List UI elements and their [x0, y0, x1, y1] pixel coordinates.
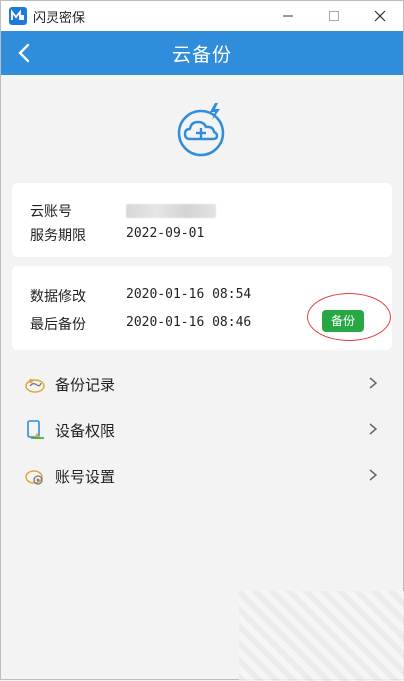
last-backup-label: 最后备份 [30, 317, 86, 333]
app-title: 闪灵密保 [33, 11, 86, 26]
menu-item-label: 设备权限 [55, 422, 116, 440]
account-card: 云账号 服务期限 2022-09-01 [12, 183, 392, 257]
title-bar: 闪灵密保 [1, 1, 403, 31]
close-button[interactable] [357, 1, 403, 31]
page-title: 云备份 [171, 44, 232, 66]
chevron-right-icon [369, 423, 378, 435]
minimize-icon [283, 15, 293, 17]
cloud-backup-icon [177, 103, 225, 157]
app-window: 闪灵密保 云备份 云账号 服务期限 2022-09-01 数据修改 2020-0… [0, 0, 404, 681]
service-period-label: 服务期限 [30, 228, 86, 244]
menu-item-device-permission[interactable]: 设备权限 [12, 407, 392, 451]
watermark [239, 591, 404, 681]
backup-status-card: 数据修改 2020-01-16 08:54 最后备份 2020-01-16 08… [12, 266, 392, 350]
data-modified-value: 2020-01-16 08:54 [126, 287, 252, 302]
cloud-logo-area [1, 75, 403, 179]
history-icon [25, 379, 45, 393]
close-icon [374, 10, 386, 22]
backup-button[interactable]: 备份 [322, 310, 364, 332]
chevron-right-icon [369, 377, 378, 389]
minimize-button[interactable] [265, 1, 311, 31]
app-logo-icon [9, 7, 27, 25]
account-label: 云账号 [30, 204, 72, 220]
menu-item-account-settings[interactable]: 账号设置 [12, 453, 392, 497]
chevron-right-icon [369, 469, 378, 481]
menu-item-label: 账号设置 [55, 468, 116, 486]
maximize-icon [329, 11, 339, 21]
data-modified-label: 数据修改 [30, 289, 86, 305]
device-permission-icon [27, 420, 44, 439]
maximize-button[interactable] [311, 1, 357, 31]
menu-item-label: 备份记录 [55, 376, 116, 394]
account-value-redacted [126, 204, 216, 218]
menu-item-backup-history[interactable]: 备份记录 [12, 361, 392, 405]
last-backup-value: 2020-01-16 08:46 [126, 315, 252, 330]
service-period-value: 2022-09-01 [126, 226, 205, 241]
account-settings-icon [25, 470, 43, 485]
page-header: 云备份 [1, 31, 403, 75]
menu-list: 备份记录 设备权限 账号设置 [12, 361, 392, 499]
